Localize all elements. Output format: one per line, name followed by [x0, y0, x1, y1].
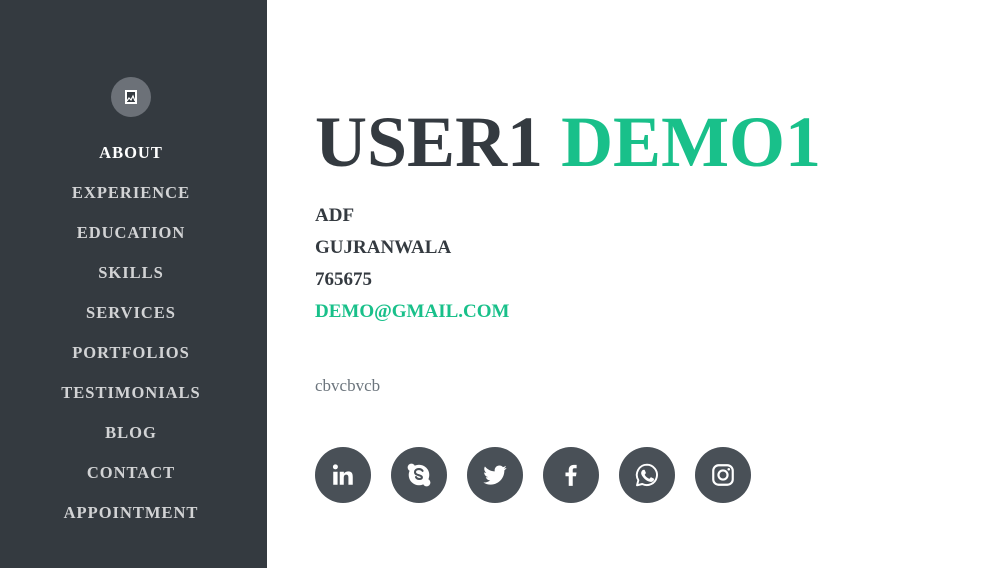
- last-name: DEMO1: [561, 102, 822, 182]
- phone-text: 765675: [315, 269, 372, 290]
- instagram-button[interactable]: [695, 447, 751, 503]
- email-link[interactable]: DEMO@GMAIL.COM: [315, 300, 509, 324]
- twitter-button[interactable]: [467, 447, 523, 503]
- nav-item-testimonials[interactable]: TESTIMONIALS: [0, 383, 262, 403]
- city-text: GUJRANWALA: [315, 237, 452, 258]
- linkedin-button[interactable]: [315, 447, 371, 503]
- whatsapp-icon: [635, 463, 658, 487]
- facebook-button[interactable]: [543, 447, 599, 503]
- skype-icon: [407, 463, 431, 487]
- twitter-icon: [483, 465, 507, 485]
- linkedin-icon: [332, 464, 353, 485]
- skype-button[interactable]: [391, 447, 447, 503]
- nav-item-skills[interactable]: SKILLS: [0, 263, 262, 283]
- bio-text: cbvcbvcb: [315, 376, 381, 395]
- nav-item-contact[interactable]: CONTACT: [0, 463, 262, 483]
- page-title: USER1 DEMO1: [315, 100, 821, 184]
- nav-item-about[interactable]: ABOUT: [0, 143, 262, 163]
- image-placeholder-icon: [125, 90, 137, 104]
- nav-item-appointment[interactable]: APPOINTMENT: [0, 503, 262, 523]
- address-text: ADF: [315, 205, 355, 226]
- nav-item-experience[interactable]: EXPERIENCE: [0, 183, 262, 203]
- nav-item-portfolios[interactable]: PORTFOLIOS: [0, 343, 262, 363]
- nav-item-blog[interactable]: BLOG: [0, 423, 262, 443]
- first-name: USER1: [315, 102, 544, 182]
- nav-item-education[interactable]: EDUCATION: [0, 223, 262, 243]
- whatsapp-button[interactable]: [619, 447, 675, 503]
- profile-avatar[interactable]: [111, 77, 151, 117]
- sidebar: ABOUT EXPERIENCE EDUCATION SKILLS SERVIC…: [0, 0, 267, 568]
- instagram-icon: [712, 464, 734, 486]
- nav-item-services[interactable]: SERVICES: [0, 303, 262, 323]
- facebook-icon: [565, 464, 577, 486]
